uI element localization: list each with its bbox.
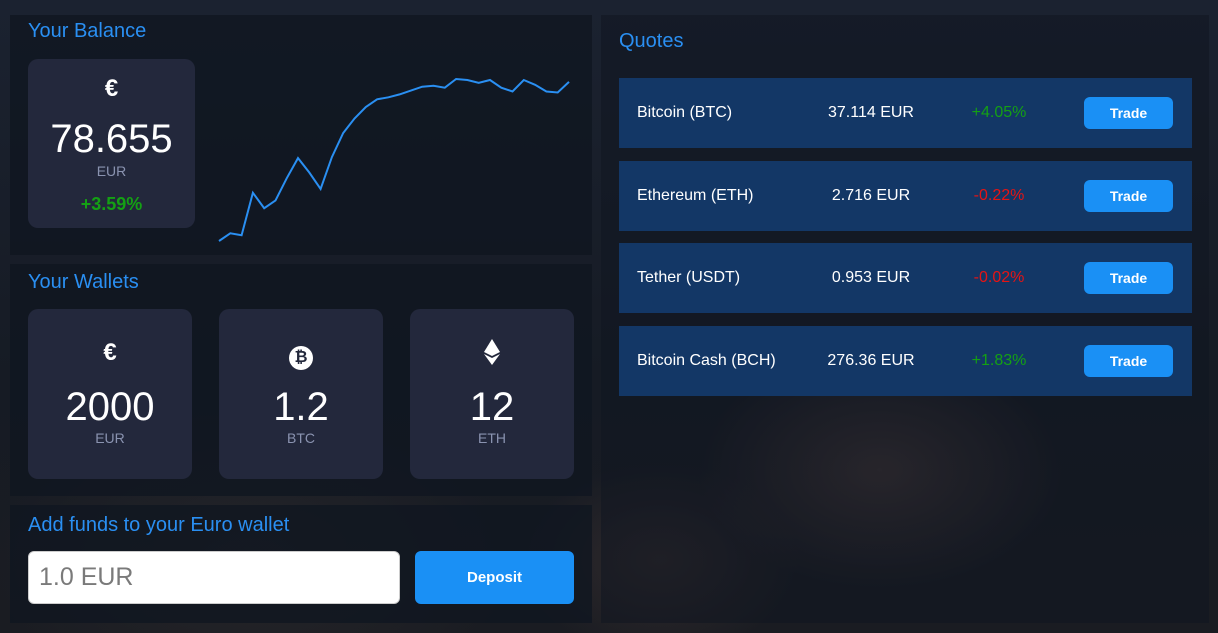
quote-change: -0.02% — [973, 269, 1025, 286]
quote-name: Ethereum (ETH) — [637, 187, 754, 204]
sparkline-line — [218, 77, 570, 242]
trade-button[interactable]: Trade — [1084, 345, 1173, 377]
balance-currency: EUR — [96, 163, 127, 179]
ethereum-icon — [484, 339, 500, 365]
bitcoin-icon: ₿ — [289, 346, 313, 370]
bitcoin-icon-wrap: ₿ — [219, 341, 383, 370]
quote-row-eth: Ethereum (ETH) 2.716 EUR -0.22% Trade — [619, 161, 1192, 231]
quote-price: 0.953 EUR — [831, 269, 911, 286]
balance-change: +3.59% — [80, 194, 143, 214]
wallet-unit: EUR — [95, 430, 125, 446]
balance-amount: 78.655 — [50, 117, 173, 161]
trade-button[interactable]: Trade — [1084, 180, 1173, 212]
quote-price: 276.36 EUR — [827, 352, 915, 369]
wallet-card-btc: ₿ 1.2 BTC — [219, 309, 383, 479]
quote-change: +4.05% — [971, 104, 1027, 121]
wallet-amount: 2000 — [65, 385, 155, 429]
wallet-amount: 12 — [469, 385, 515, 429]
add-funds-title: Add funds to your Euro wallet — [28, 514, 290, 536]
wallet-unit: BTC — [287, 430, 315, 446]
wallet-card-eth: 12 ETH — [410, 309, 574, 479]
euro-icon: € — [104, 75, 119, 102]
trade-button[interactable]: Trade — [1084, 262, 1173, 294]
balance-title: Your Balance — [28, 20, 147, 42]
trade-button[interactable]: Trade — [1084, 97, 1173, 129]
quote-change: -0.22% — [973, 187, 1025, 204]
quote-change: +1.83% — [971, 352, 1027, 369]
ethereum-icon-wrap — [410, 339, 574, 372]
quote-name: Bitcoin (BTC) — [637, 104, 733, 121]
quote-row-bch: Bitcoin Cash (BCH) 276.36 EUR +1.83% Tra… — [619, 326, 1192, 396]
quote-price: 37.114 EUR — [828, 104, 914, 121]
wallet-unit: ETH — [478, 430, 506, 446]
balance-sparkline — [218, 77, 570, 242]
wallet-amount: 1.2 — [273, 385, 329, 429]
quote-row-usdt: Tether (USDT) 0.953 EUR -0.02% Trade — [619, 243, 1192, 313]
wallet-card-eur: € 2000 EUR — [28, 309, 192, 479]
quote-name: Tether (USDT) — [637, 269, 741, 286]
quote-row-btc: Bitcoin (BTC) 37.114 EUR +4.05% Trade — [619, 78, 1192, 148]
quote-name: Bitcoin Cash (BCH) — [637, 352, 776, 369]
euro-icon: € — [103, 339, 117, 366]
balance-card: € 78.655 EUR +3.59% — [28, 59, 195, 228]
deposit-button[interactable]: Deposit — [415, 551, 574, 604]
quotes-title: Quotes — [619, 30, 684, 52]
wallets-title: Your Wallets — [28, 271, 139, 293]
quote-price: 2.716 EUR — [831, 187, 911, 204]
deposit-amount-input[interactable] — [28, 551, 400, 604]
